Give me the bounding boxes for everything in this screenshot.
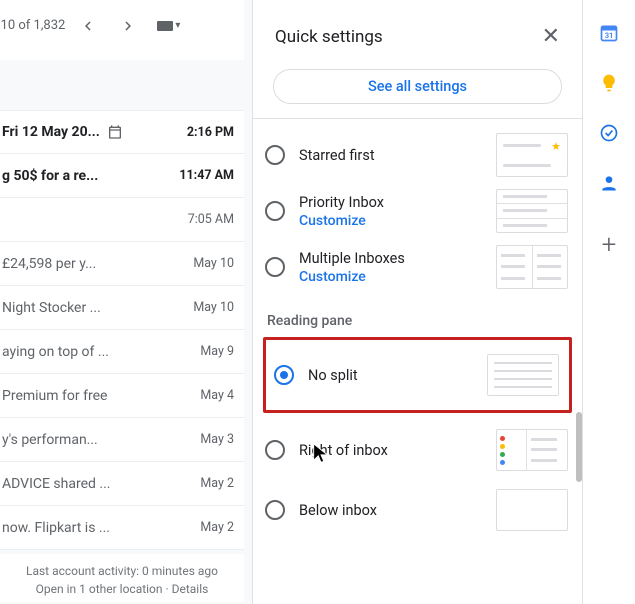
email-row[interactable]: 7:05 AM bbox=[0, 198, 244, 242]
next-page-button[interactable] bbox=[111, 9, 145, 43]
contacts-app-icon[interactable] bbox=[598, 172, 620, 194]
input-tools-button[interactable]: ▾ bbox=[157, 20, 180, 31]
thumbnail-starred-icon: ★ bbox=[496, 133, 568, 177]
customize-link[interactable]: Customize bbox=[299, 269, 486, 285]
email-time: May 10 bbox=[193, 256, 234, 271]
email-time: May 10 bbox=[193, 300, 234, 315]
option-label: Starred first bbox=[299, 147, 486, 164]
email-subject: £24,598 per y... bbox=[2, 256, 96, 272]
chevron-left-icon bbox=[79, 17, 97, 35]
tasks-app-icon[interactable] bbox=[598, 122, 620, 144]
email-subject: Premium for free bbox=[2, 388, 107, 404]
close-settings-button[interactable]: ✕ bbox=[536, 20, 566, 53]
radio-icon[interactable] bbox=[265, 500, 285, 520]
email-row[interactable]: ADVICE shared ... May 2 bbox=[0, 462, 244, 506]
email-subject: g 50$ for a re... bbox=[2, 168, 98, 184]
caret-down-icon: ▾ bbox=[175, 20, 180, 31]
thumbnail-belowsplit-icon bbox=[496, 489, 568, 531]
keep-app-icon[interactable] bbox=[598, 72, 620, 94]
keyboard-icon bbox=[157, 21, 173, 31]
email-row[interactable]: £24,598 per y... May 10 bbox=[0, 242, 244, 286]
email-subject: aying on top of ... bbox=[2, 344, 109, 360]
quick-settings-panel: Quick settings ✕ See all settings Starre… bbox=[252, 0, 582, 604]
email-time: 7:05 AM bbox=[188, 212, 234, 227]
email-row[interactable]: g 50$ for a re... 11:47 AM bbox=[0, 154, 244, 198]
radio-icon[interactable] bbox=[265, 201, 285, 221]
prev-page-button[interactable] bbox=[71, 9, 105, 43]
highlighted-selection-box: No split bbox=[263, 337, 572, 413]
radio-icon[interactable] bbox=[265, 257, 285, 277]
reading-pane-right[interactable]: Right of inbox bbox=[253, 423, 582, 477]
email-subject: ADVICE shared ... bbox=[2, 476, 110, 492]
activity-line2: Open in 1 other location · Details bbox=[4, 580, 240, 598]
email-row[interactable]: Premium for free May 4 bbox=[0, 374, 244, 418]
email-time: May 2 bbox=[200, 520, 234, 535]
inbox-option-multiple-inboxes[interactable]: Multiple Inboxes Customize bbox=[253, 239, 582, 295]
email-list: Fri 12 May 20... 2:16 PM g 50$ for a re.… bbox=[0, 110, 244, 550]
thumbnail-priority-icon bbox=[496, 189, 568, 233]
option-label: Multiple Inboxes bbox=[299, 250, 486, 267]
email-subject: y's performan... bbox=[2, 432, 98, 448]
chevron-right-icon bbox=[119, 17, 137, 35]
email-time: 11:47 AM bbox=[179, 168, 234, 183]
side-panel-rail: 31 + bbox=[582, 0, 635, 604]
pagination-range: –10 of 1,832 bbox=[0, 18, 65, 33]
email-time: 2:16 PM bbox=[187, 125, 234, 140]
email-time: May 3 bbox=[200, 432, 234, 447]
email-row[interactable]: Fri 12 May 20... 2:16 PM bbox=[0, 110, 244, 154]
calendar-app-icon[interactable]: 31 bbox=[598, 22, 620, 44]
reading-pane-no-split[interactable]: No split bbox=[266, 340, 569, 410]
add-addon-button[interactable]: + bbox=[602, 232, 617, 258]
email-subject: now. Flipkart is ... bbox=[2, 520, 110, 536]
inbox-option-starred-first[interactable]: Starred first ★ bbox=[253, 127, 582, 183]
option-label: Priority Inbox bbox=[299, 194, 486, 211]
email-time: May 9 bbox=[200, 344, 234, 359]
reading-pane-below[interactable]: Below inbox bbox=[253, 483, 582, 537]
radio-icon[interactable] bbox=[274, 365, 294, 385]
email-row[interactable]: now. Flipkart is ... May 2 bbox=[0, 506, 244, 550]
divider bbox=[253, 118, 582, 119]
email-subject: Fri 12 May 20... bbox=[2, 124, 100, 140]
thumbnail-multiple-icon bbox=[496, 245, 568, 289]
thumbnail-nosplit-icon bbox=[487, 354, 559, 396]
svg-text:31: 31 bbox=[605, 31, 614, 40]
email-row[interactable]: y's performan... May 3 bbox=[0, 418, 244, 462]
email-row[interactable]: Night Stocker ... May 10 bbox=[0, 286, 244, 330]
thumbnail-rightsplit-icon bbox=[496, 429, 568, 471]
option-label: Below inbox bbox=[299, 502, 486, 519]
quick-settings-title: Quick settings bbox=[275, 27, 383, 47]
account-activity-footer[interactable]: Last account activity: 0 minutes ago Ope… bbox=[0, 554, 244, 602]
email-subject: Night Stocker ... bbox=[2, 300, 101, 316]
inbox-option-priority-inbox[interactable]: Priority Inbox Customize bbox=[253, 183, 582, 239]
option-label: No split bbox=[308, 367, 477, 384]
option-label: Right of inbox bbox=[299, 442, 486, 459]
activity-line1: Last account activity: 0 minutes ago bbox=[4, 562, 240, 580]
email-time: May 4 bbox=[200, 388, 234, 403]
email-time: May 2 bbox=[200, 476, 234, 491]
radio-icon[interactable] bbox=[265, 440, 285, 460]
radio-icon[interactable] bbox=[265, 145, 285, 165]
customize-link[interactable]: Customize bbox=[299, 213, 486, 229]
email-row[interactable]: aying on top of ... May 9 bbox=[0, 330, 244, 374]
reading-pane-header: Reading pane bbox=[253, 295, 582, 337]
see-all-settings-button[interactable]: See all settings bbox=[273, 69, 562, 104]
calendar-event-icon bbox=[106, 123, 124, 141]
